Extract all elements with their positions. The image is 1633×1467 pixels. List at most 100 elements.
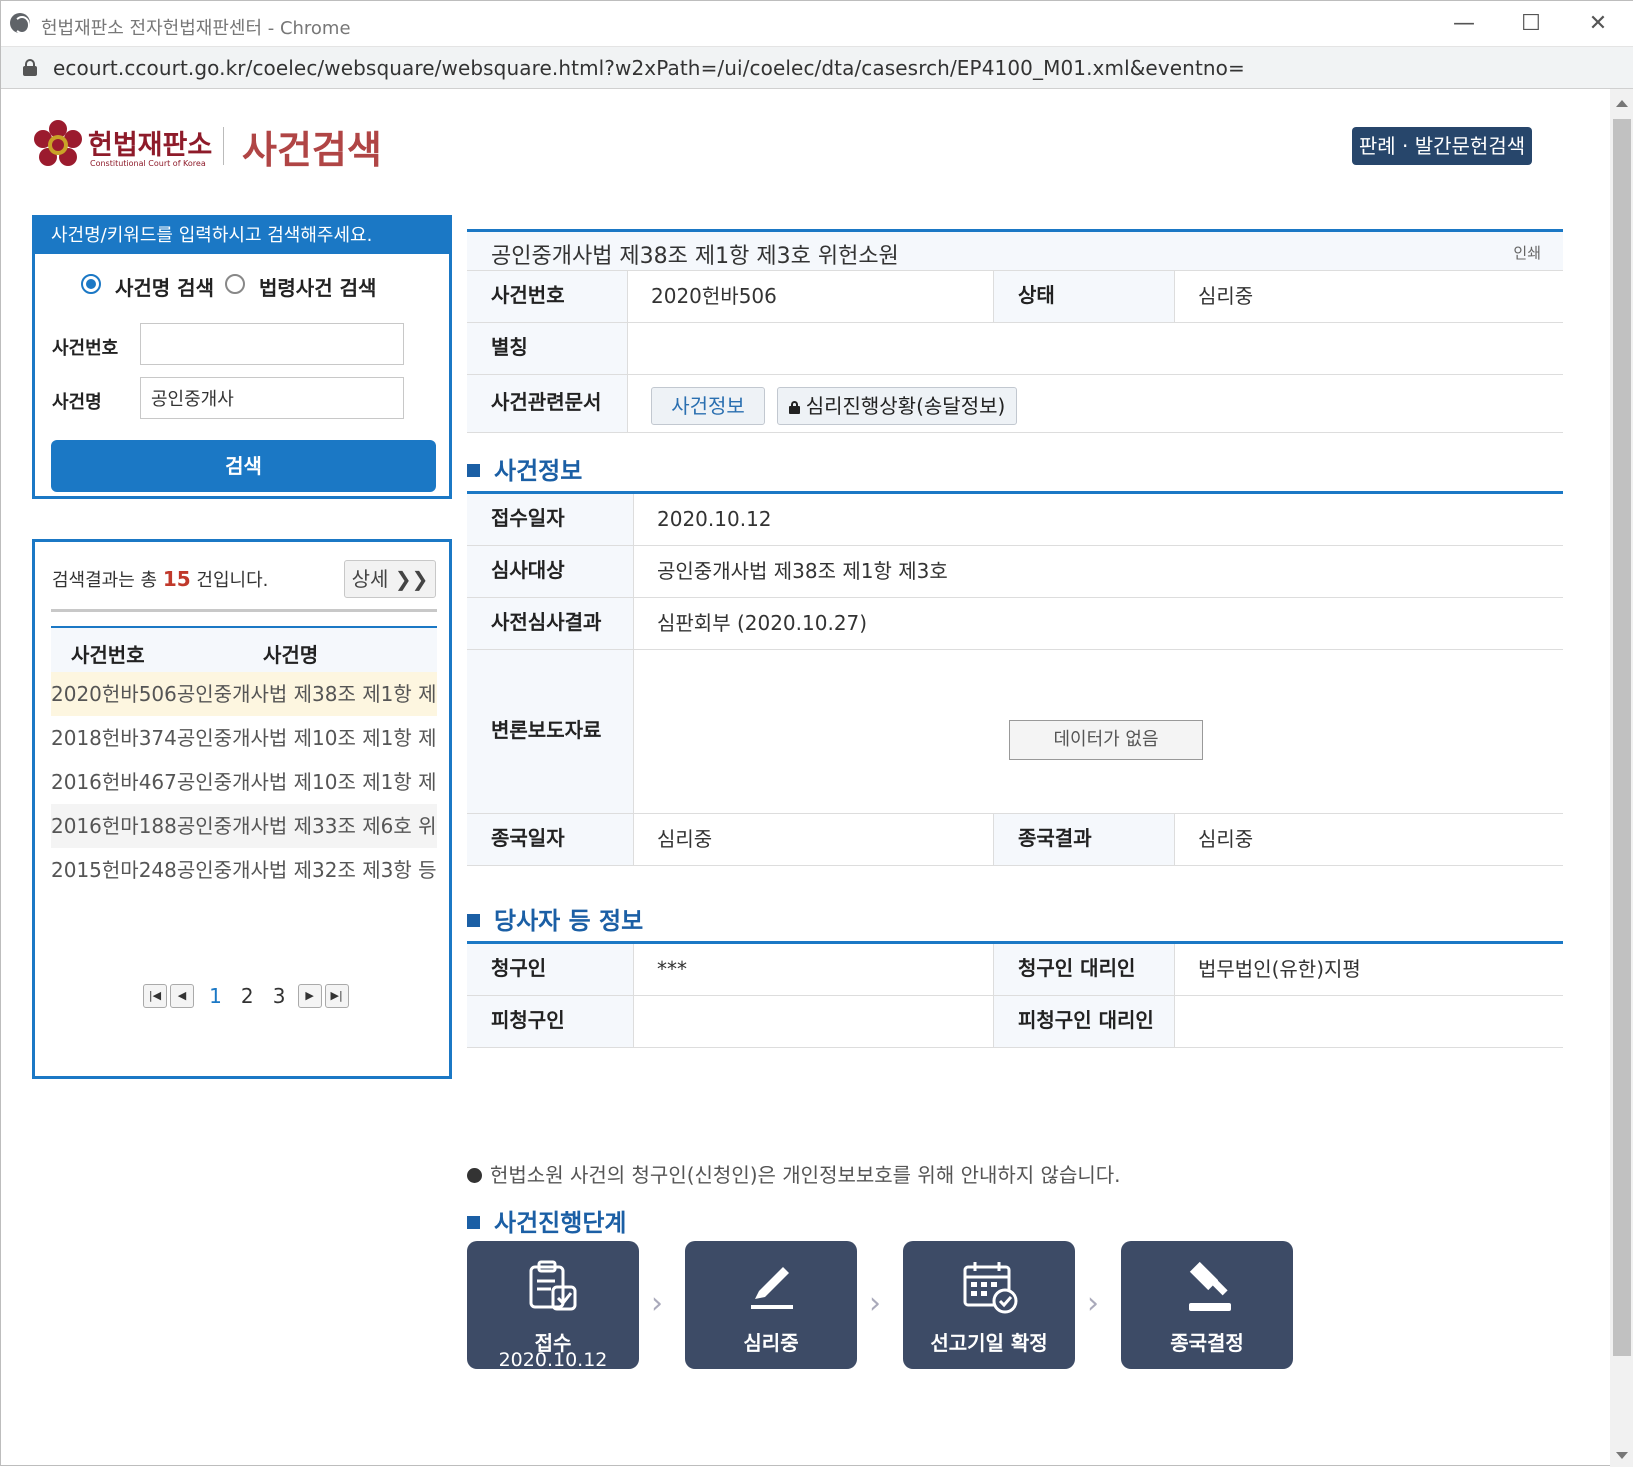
section-progress-title: 사건진행단계: [494, 1209, 627, 1237]
label-status: 상태: [994, 271, 1174, 322]
chevron-right-icon: ›: [651, 1286, 663, 1321]
radio-law-case[interactable]: [225, 274, 245, 294]
bullet-icon: [467, 1168, 482, 1183]
results-header: 사건번호 사건명: [51, 626, 437, 672]
scroll-up-icon[interactable]: [1616, 100, 1628, 107]
privacy-notice-text: 헌법소원 사건의 청구인(신청인)은 개인정보보호를 위해 안내하지 않습니다.: [490, 1163, 1121, 1187]
value-case-no: 2020헌바506: [651, 284, 777, 308]
org-name: 헌법재판소: [88, 130, 213, 161]
url-text[interactable]: ecourt.ccourt.go.kr/coelec/websquare/web…: [53, 56, 1245, 80]
results-table: 사건번호 사건명 2020헌바506공인중개사법 제38조 제1항 제3호 20…: [51, 626, 437, 892]
page-2[interactable]: 2: [241, 984, 254, 1008]
label-alias: 별칭: [467, 323, 627, 374]
summary-prefix: 검색결과는 총: [52, 570, 158, 591]
search-button[interactable]: 검색: [51, 440, 436, 492]
value-claimant-agent: 법무법인(유한)지평: [1198, 957, 1361, 981]
calendar-check-icon: [963, 1262, 1018, 1314]
section-parties-title: 당사자 등 정보: [494, 907, 644, 935]
radio-case-name[interactable]: [81, 274, 101, 294]
case-info-table: 접수일자 2020.10.12 심사대상 공인중개사법 제38조 제1항 제3호…: [467, 491, 1563, 866]
pencil-icon: [751, 1267, 793, 1309]
section-progress: 사건진행단계: [467, 1203, 626, 1238]
search-heading: 사건명/키워드를 입력하시고 검색해주세요.: [35, 218, 449, 254]
court-emblem-icon: [34, 120, 82, 166]
minimize-icon[interactable]: —: [1449, 9, 1479, 39]
result-row[interactable]: 2018헌바374공인중개사법 제10조 제1항 제11: [51, 716, 437, 760]
result-row[interactable]: 2016헌바467공인중개사법 제10조 제1항 제4호: [51, 760, 437, 804]
row-docs: 사건관련문서 사건정보 심리진행상황(송달정보): [467, 375, 1563, 433]
org-name-en: Constitutional Court of Korea: [90, 159, 206, 168]
row-debate: 변론보도자료 데이터가 없음: [467, 650, 1563, 814]
row-respondent: 피청구인 피청구인 대리인: [467, 996, 1563, 1048]
radio-case-name-label[interactable]: 사건명 검색: [115, 272, 214, 301]
result-row[interactable]: 2020헌바506공인중개사법 제38조 제1항 제3호: [51, 672, 437, 716]
chevron-right-icon: ›: [1087, 1286, 1099, 1321]
label-prereview: 사전심사결과: [467, 598, 633, 649]
section-case-info-title: 사건정보: [494, 457, 583, 485]
row-alias: 별칭: [467, 323, 1563, 375]
case-title: 공인중개사법 제38조 제1항 제3호 위헌소원: [491, 244, 899, 269]
step-final-label: 종국결정: [1170, 1331, 1244, 1355]
close-icon[interactable]: ✕: [1583, 9, 1613, 39]
step-final-decision: 종국결정: [1121, 1241, 1293, 1369]
label-respondent: 피청구인: [467, 996, 633, 1047]
browser-window: 헌법재판소 전자헌법재판센터 - Chrome — ☐ ✕ ecourt.cco…: [0, 0, 1633, 1467]
window-title: 헌법재판소 전자헌법재판센터 - Chrome: [41, 18, 351, 39]
radio-law-case-label[interactable]: 법령사건 검색: [259, 272, 376, 301]
result-row[interactable]: 2015헌마248공인중개사법 제32조 제3항 등 위: [51, 848, 437, 892]
row-case-no: 사건번호 2020헌바506 상태 심리중: [467, 271, 1563, 323]
case-name-input[interactable]: [140, 377, 404, 419]
vertical-scrollbar[interactable]: [1610, 89, 1633, 1467]
lock-icon: [788, 401, 800, 414]
last-page-icon[interactable]: ▶|: [324, 984, 349, 1008]
page-1[interactable]: 1: [209, 984, 222, 1008]
case-no-label: 사건번호: [52, 338, 119, 359]
case-info-button[interactable]: 사건정보: [651, 387, 765, 425]
privacy-notice: 헌법소원 사건의 청구인(신청인)은 개인정보보호를 위해 안내하지 않습니다.: [467, 1159, 1121, 1188]
progress-status-button[interactable]: 심리진행상황(송달정보): [777, 387, 1017, 425]
label-received: 접수일자: [467, 494, 633, 545]
case-title-bar: 공인중개사법 제38조 제1항 제3호 위헌소원 인쇄: [467, 229, 1563, 271]
precedent-search-button[interactable]: 판례 · 발간문헌검색: [1352, 127, 1532, 165]
page-content: 헌법재판소 Constitutional Court of Korea 사건검색…: [1, 89, 1610, 1467]
step-reviewing: 심리중: [685, 1241, 857, 1369]
page-title: 사건검색: [242, 128, 382, 172]
col-case-name: 사건명: [263, 643, 319, 667]
scroll-thumb[interactable]: [1613, 119, 1631, 1356]
globe-icon: [10, 13, 30, 34]
value-subject: 공인중개사법 제38조 제1항 제3호: [657, 559, 948, 583]
maximize-icon[interactable]: ☐: [1516, 9, 1546, 39]
address-bar[interactable]: ecourt.ccourt.go.kr/coelec/websquare/web…: [1, 47, 1633, 89]
scroll-down-icon[interactable]: [1616, 1452, 1628, 1459]
result-row[interactable]: 2016헌마188공인중개사법 제33조 제6호 위헌: [51, 804, 437, 848]
no-data-box: 데이터가 없음: [1009, 720, 1203, 760]
label-claimant: 청구인: [467, 944, 633, 995]
value-end-result: 심리중: [1198, 827, 1254, 851]
results-divider: [51, 609, 437, 612]
parties-table: 청구인 *** 청구인 대리인 법무법인(유한)지평 피청구인 피청구인 대리인: [467, 941, 1563, 1048]
section-case-info: 사건정보: [467, 451, 582, 486]
page-3[interactable]: 3: [273, 984, 286, 1008]
label-debate: 변론보도자료: [467, 650, 633, 813]
results-count: 15: [162, 567, 191, 591]
detail-button-label: 상세: [351, 567, 389, 591]
case-name-label: 사건명: [52, 392, 102, 413]
row-received: 접수일자 2020.10.12: [467, 494, 1563, 546]
label-end-result: 종국결과: [994, 814, 1174, 865]
row-subject: 심사대상 공인중개사법 제38조 제1항 제3호: [467, 546, 1563, 598]
step-sentencing-label: 선고기일 확정: [930, 1331, 1048, 1355]
first-page-icon[interactable]: |◀: [143, 984, 167, 1008]
section-parties: 당사자 등 정보: [467, 901, 643, 936]
row-claimant: 청구인 *** 청구인 대리인 법무법인(유한)지평: [467, 944, 1563, 996]
print-button[interactable]: 인쇄: [1513, 242, 1541, 263]
progress-status-label: 심리진행상황(송달정보): [805, 394, 1006, 418]
title-bar: 헌법재판소 전자헌법재판센터 - Chrome — ☐ ✕: [1, 1, 1633, 47]
next-page-icon[interactable]: ▶: [297, 984, 322, 1008]
detail-button[interactable]: 상세 ❯❯: [344, 560, 436, 598]
results-panel: 검색결과는 총 15 건입니다. 상세 ❯❯ 사건번호 사건명 2020헌바50…: [32, 539, 452, 1079]
progress-steps: 접수 2020.10.12 › 심리중 › 선고기일 확정 › 종국결정: [467, 1241, 1563, 1371]
clipboard-check-icon: [529, 1260, 577, 1311]
chevron-right-icon: ›: [869, 1286, 881, 1321]
case-no-input[interactable]: [140, 323, 404, 365]
prev-page-icon[interactable]: ◀: [170, 984, 194, 1008]
